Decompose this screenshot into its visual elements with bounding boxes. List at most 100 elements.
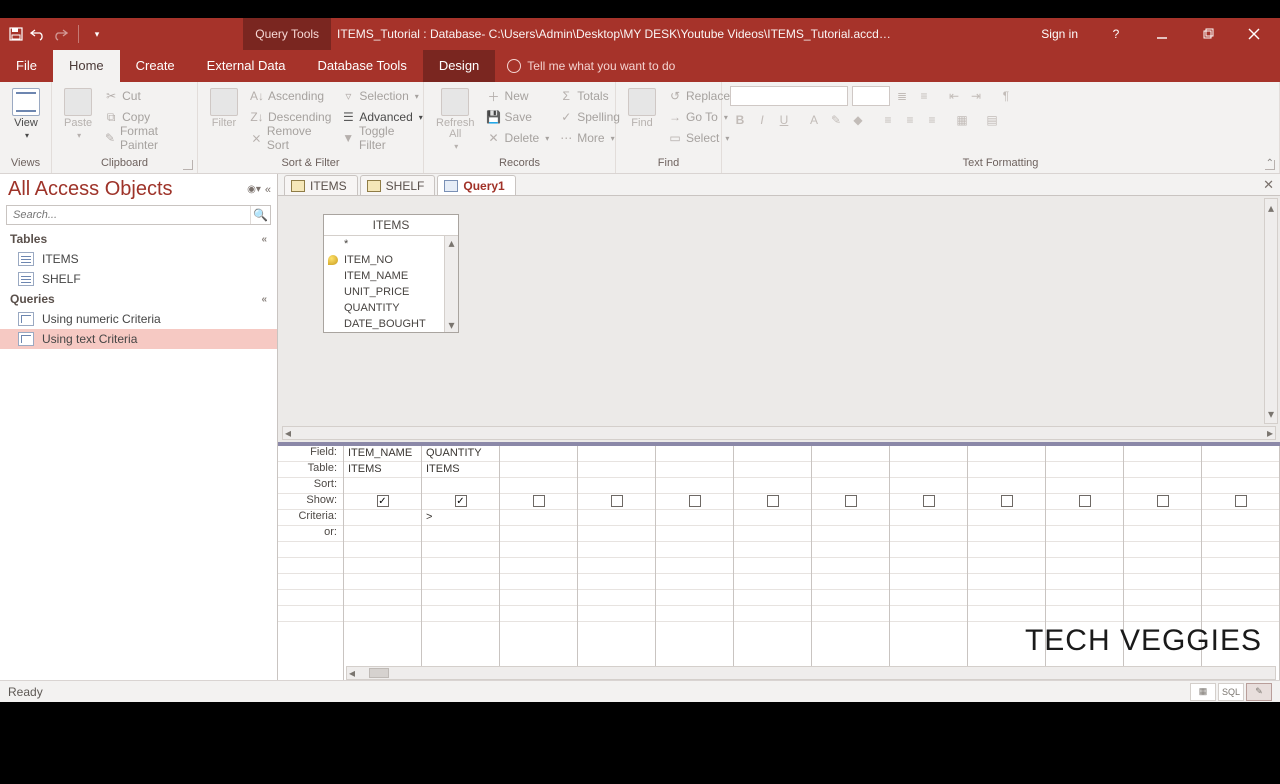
qbe-cell-field[interactable] [656, 446, 733, 462]
qbe-cell-criteria[interactable] [1124, 510, 1201, 526]
qbe-cell-field[interactable] [578, 446, 655, 462]
qbe-cell-criteria[interactable] [578, 510, 655, 526]
spelling-button[interactable]: ✓Spelling [557, 107, 622, 127]
qbe-cell-extra[interactable] [500, 606, 577, 622]
qbe-col[interactable] [578, 446, 656, 680]
show-checkbox[interactable]: ✓ [377, 495, 389, 507]
qbe-col[interactable] [1124, 446, 1202, 680]
nav-search[interactable]: 🔍 [6, 205, 271, 225]
fieldlist-star[interactable]: * [324, 236, 458, 252]
qbe-cell-show[interactable]: ✓ [344, 494, 421, 510]
qbe-cell-extra[interactable] [890, 606, 967, 622]
qbe-cell-extra[interactable] [1046, 558, 1123, 574]
qbe-cell-extra[interactable] [422, 542, 499, 558]
qbe-cell-extra[interactable] [656, 542, 733, 558]
nav-collapse-icon[interactable]: « [265, 184, 271, 196]
new-record-button[interactable]: ＋New [485, 86, 552, 106]
qbe-cell-field[interactable] [968, 446, 1045, 462]
filter-button[interactable]: Filter [206, 86, 242, 131]
qbe-cell-table[interactable] [734, 462, 811, 478]
qbe-cell-extra[interactable] [890, 574, 967, 590]
align-center-icon[interactable]: ≡ [900, 110, 920, 130]
qbe-cell-extra[interactable] [1046, 574, 1123, 590]
qbe-cell-extra[interactable] [968, 606, 1045, 622]
tab-database-tools[interactable]: Database Tools [301, 50, 422, 82]
highlight-icon[interactable]: ✎ [826, 110, 846, 130]
show-checkbox[interactable] [845, 495, 857, 507]
qbe-cell-extra[interactable] [422, 574, 499, 590]
qbe-cell-show[interactable] [500, 494, 577, 510]
qbe-cell-show[interactable] [890, 494, 967, 510]
bold-icon[interactable]: B [730, 110, 750, 130]
qbe-cell-extra[interactable] [812, 574, 889, 590]
qbe-cell-field[interactable] [1124, 446, 1201, 462]
qbe-cell-sort[interactable] [422, 478, 499, 494]
font-size-combo[interactable] [852, 86, 890, 106]
qbe-cell-table[interactable] [890, 462, 967, 478]
show-checkbox[interactable]: ✓ [455, 495, 467, 507]
font-name-combo[interactable] [730, 86, 848, 106]
tab-design[interactable]: Design [423, 50, 495, 82]
qbe-col[interactable] [1046, 446, 1124, 680]
table-pane[interactable]: ITEMS * ITEM_NO ITEM_NAME UNIT_PRICE QUA… [278, 196, 1280, 446]
tab-file[interactable]: File [0, 50, 53, 82]
qbe-cell-extra[interactable] [578, 574, 655, 590]
qbe-cell-extra[interactable] [812, 558, 889, 574]
find-button[interactable]: Find [624, 86, 660, 131]
qbe-cell-extra[interactable] [1202, 558, 1279, 574]
ascending-button[interactable]: A↓Ascending [248, 86, 333, 106]
fieldlist-item-no[interactable]: ITEM_NO [324, 252, 458, 268]
show-checkbox[interactable] [611, 495, 623, 507]
qbe-cell-extra[interactable] [1124, 590, 1201, 606]
fieldlist-scrollbar[interactable]: ▴▾ [444, 236, 458, 332]
underline-icon[interactable]: U [774, 110, 794, 130]
nav-filter-icon[interactable]: ◉▾ [247, 184, 261, 195]
search-input[interactable] [7, 206, 250, 224]
qbe-cell-extra[interactable] [578, 542, 655, 558]
relpane-hscroll[interactable]: ◂▸ [282, 426, 1276, 440]
fill-color-icon[interactable]: ◆ [848, 110, 868, 130]
show-checkbox[interactable] [767, 495, 779, 507]
qbe-cell-extra[interactable] [1124, 606, 1201, 622]
qbe-col[interactable] [890, 446, 968, 680]
ribbon-collapse-icon[interactable]: ⌃ [1266, 158, 1274, 169]
refresh-all-button[interactable]: Refresh All▾ [432, 86, 479, 153]
qbe-cell-extra[interactable] [656, 590, 733, 606]
qbe-cell-extra[interactable] [734, 606, 811, 622]
qbe-cell-criteria[interactable] [812, 510, 889, 526]
qbe-cell-extra[interactable] [734, 558, 811, 574]
qbe-cell-field[interactable]: QUANTITY [422, 446, 499, 462]
qbe-cell-or[interactable] [500, 526, 577, 542]
qbe-cell-or[interactable] [968, 526, 1045, 542]
qbe-cell-extra[interactable] [812, 606, 889, 622]
qbe-cell-extra[interactable] [812, 590, 889, 606]
remove-sort-button[interactable]: ⨯Remove Sort [248, 128, 333, 148]
qbe-cell-extra[interactable] [968, 574, 1045, 590]
qbe-cell-show[interactable] [734, 494, 811, 510]
qbe-cell-sort[interactable] [500, 478, 577, 494]
qbe-cell-table[interactable] [968, 462, 1045, 478]
qbe-col[interactable] [734, 446, 812, 680]
qbe-cell-extra[interactable] [422, 590, 499, 606]
italic-icon[interactable]: I [752, 110, 772, 130]
qbe-cell-extra[interactable] [734, 542, 811, 558]
qbe-cell-extra[interactable] [890, 590, 967, 606]
qbe-cell-table[interactable] [812, 462, 889, 478]
qbe-cell-extra[interactable] [734, 590, 811, 606]
qbe-cell-table[interactable] [1124, 462, 1201, 478]
show-checkbox[interactable] [923, 495, 935, 507]
qbe-cell-extra[interactable] [500, 574, 577, 590]
qbe-cell-or[interactable] [1124, 526, 1201, 542]
qbe-cell-extra[interactable] [344, 590, 421, 606]
qbe-cell-extra[interactable] [578, 606, 655, 622]
qbe-cell-or[interactable] [656, 526, 733, 542]
qbe-cell-extra[interactable] [890, 558, 967, 574]
qbe-cell-extra[interactable] [656, 606, 733, 622]
align-left-icon[interactable]: ≡ [878, 110, 898, 130]
qbe-cell-criteria[interactable] [656, 510, 733, 526]
redo-icon[interactable] [52, 26, 68, 42]
qbe-cell-sort[interactable] [344, 478, 421, 494]
qbe-cell-extra[interactable] [422, 606, 499, 622]
tab-create[interactable]: Create [120, 50, 191, 82]
qbe-cell-sort[interactable] [1046, 478, 1123, 494]
